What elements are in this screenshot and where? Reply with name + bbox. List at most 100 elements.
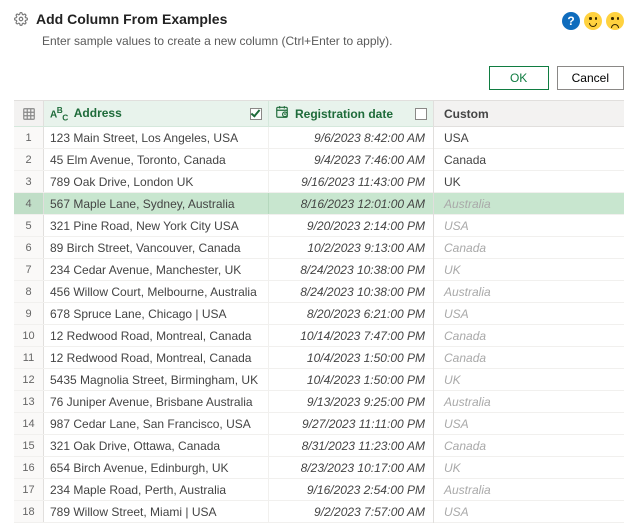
row-number: 14 bbox=[14, 413, 44, 434]
address-cell: 5435 Magnolia Street, Birmingham, UK bbox=[44, 369, 269, 390]
row-number: 6 bbox=[14, 237, 44, 258]
cancel-button[interactable]: Cancel bbox=[557, 66, 624, 90]
custom-example-cell[interactable]: Canada bbox=[434, 435, 624, 457]
address-cell: 45 Elm Avenue, Toronto, Canada bbox=[44, 149, 269, 170]
address-cell: 12 Redwood Road, Montreal, Canada bbox=[44, 347, 269, 368]
custom-example-cell[interactable]: USA bbox=[434, 215, 624, 237]
custom-example-cell[interactable]: Australia bbox=[434, 479, 624, 501]
date-cell: 9/4/2023 7:46:00 AM bbox=[269, 149, 433, 170]
date-cell: 10/4/2023 1:50:00 PM bbox=[269, 347, 433, 368]
row-number: 11 bbox=[14, 347, 44, 368]
custom-example-cell[interactable]: USA bbox=[434, 127, 624, 149]
table-row[interactable]: 1112 Redwood Road, Montreal, Canada10/4/… bbox=[14, 347, 433, 369]
custom-example-cell[interactable]: Canada bbox=[434, 149, 624, 171]
address-cell: 234 Cedar Avenue, Manchester, UK bbox=[44, 259, 269, 280]
custom-example-cell[interactable]: Canada bbox=[434, 325, 624, 347]
row-number: 12 bbox=[14, 369, 44, 390]
date-cell: 8/31/2023 11:23:00 AM bbox=[269, 435, 433, 456]
gear-icon bbox=[14, 12, 28, 29]
address-cell: 234 Maple Road, Perth, Australia bbox=[44, 479, 269, 500]
row-number: 2 bbox=[14, 149, 44, 170]
help-icon[interactable]: ? bbox=[562, 12, 580, 30]
custom-example-cell[interactable]: UK bbox=[434, 457, 624, 479]
custom-example-cell[interactable]: Canada bbox=[434, 347, 624, 369]
date-cell: 8/24/2023 10:38:00 PM bbox=[269, 259, 433, 280]
row-number: 16 bbox=[14, 457, 44, 478]
ok-button[interactable]: OK bbox=[489, 66, 549, 90]
date-cell: 9/6/2023 8:42:00 AM bbox=[269, 127, 433, 148]
custom-example-cell[interactable]: Australia bbox=[434, 391, 624, 413]
row-number: 4 bbox=[14, 193, 44, 214]
address-cell: 678 Spruce Lane, Chicago | USA bbox=[44, 303, 269, 324]
row-number: 18 bbox=[14, 501, 44, 522]
date-cell: 10/2/2023 9:13:00 AM bbox=[269, 237, 433, 258]
date-cell: 9/13/2023 9:25:00 PM bbox=[269, 391, 433, 412]
table-row[interactable]: 17234 Maple Road, Perth, Australia9/16/2… bbox=[14, 479, 433, 501]
feedback-frown-icon[interactable] bbox=[606, 12, 624, 30]
address-cell: 123 Main Street, Los Angeles, USA bbox=[44, 127, 269, 148]
include-address-checkbox[interactable] bbox=[250, 108, 262, 120]
column-header-custom[interactable]: Custom bbox=[434, 101, 624, 127]
address-cell: 12 Redwood Road, Montreal, Canada bbox=[44, 325, 269, 346]
table-row[interactable]: 125435 Magnolia Street, Birmingham, UK10… bbox=[14, 369, 433, 391]
date-cell: 9/20/2023 2:14:00 PM bbox=[269, 215, 433, 236]
table-row[interactable]: 16654 Birch Avenue, Edinburgh, UK8/23/20… bbox=[14, 457, 433, 479]
date-cell: 9/16/2023 2:54:00 PM bbox=[269, 479, 433, 500]
feedback-smile-icon[interactable] bbox=[584, 12, 602, 30]
date-cell: 10/4/2023 1:50:00 PM bbox=[269, 369, 433, 390]
table-row[interactable]: 18789 Willow Street, Miami | USA9/2/2023… bbox=[14, 501, 433, 523]
datetime-type-icon bbox=[275, 105, 289, 122]
text-type-icon: ABC bbox=[50, 105, 68, 122]
date-cell: 9/2/2023 7:57:00 AM bbox=[269, 501, 433, 522]
date-cell: 8/24/2023 10:38:00 PM bbox=[269, 281, 433, 302]
include-date-checkbox[interactable] bbox=[415, 108, 427, 120]
table-row[interactable]: 1376 Juniper Avenue, Brisbane Australia9… bbox=[14, 391, 433, 413]
row-number: 7 bbox=[14, 259, 44, 280]
table-row[interactable]: 689 Birch Street, Vancouver, Canada10/2/… bbox=[14, 237, 433, 259]
column-header-label: Address bbox=[74, 106, 122, 120]
table-row[interactable]: 3789 Oak Drive, London UK9/16/2023 11:43… bbox=[14, 171, 433, 193]
custom-example-cell[interactable]: UK bbox=[434, 369, 624, 391]
column-header-date[interactable]: Registration date bbox=[269, 101, 433, 126]
custom-example-cell[interactable]: USA bbox=[434, 303, 624, 325]
row-number: 13 bbox=[14, 391, 44, 412]
table-row[interactable]: 14987 Cedar Lane, San Francisco, USA9/27… bbox=[14, 413, 433, 435]
column-header-label: Custom bbox=[444, 107, 489, 121]
table-row[interactable]: 15321 Oak Drive, Ottawa, Canada8/31/2023… bbox=[14, 435, 433, 457]
row-number: 15 bbox=[14, 435, 44, 456]
custom-example-cell[interactable]: UK bbox=[434, 259, 624, 281]
column-header-address[interactable]: ABC Address bbox=[44, 101, 269, 126]
address-cell: 76 Juniper Avenue, Brisbane Australia bbox=[44, 391, 269, 412]
date-cell: 10/14/2023 7:47:00 PM bbox=[269, 325, 433, 346]
table-row[interactable]: 8456 Willow Court, Melbourne, Australia8… bbox=[14, 281, 433, 303]
table-row[interactable]: 9678 Spruce Lane, Chicago | USA8/20/2023… bbox=[14, 303, 433, 325]
table-row[interactable]: 1123 Main Street, Los Angeles, USA9/6/20… bbox=[14, 127, 433, 149]
address-cell: 789 Oak Drive, London UK bbox=[44, 171, 269, 192]
address-cell: 321 Oak Drive, Ottawa, Canada bbox=[44, 435, 269, 456]
address-cell: 789 Willow Street, Miami | USA bbox=[44, 501, 269, 522]
table-row[interactable]: 7234 Cedar Avenue, Manchester, UK8/24/20… bbox=[14, 259, 433, 281]
custom-example-cell[interactable]: Australia bbox=[434, 193, 624, 215]
custom-example-cell[interactable]: Canada bbox=[434, 237, 624, 259]
address-cell: 654 Birch Avenue, Edinburgh, UK bbox=[44, 457, 269, 478]
dialog-title: Add Column From Examples bbox=[36, 11, 227, 27]
address-cell: 89 Birch Street, Vancouver, Canada bbox=[44, 237, 269, 258]
address-cell: 567 Maple Lane, Sydney, Australia bbox=[44, 193, 269, 214]
dialog-subtitle: Enter sample values to create a new colu… bbox=[42, 34, 624, 48]
custom-example-cell[interactable]: USA bbox=[434, 501, 624, 523]
add-column-from-examples-dialog: Add Column From Examples ? Enter sample … bbox=[0, 0, 638, 523]
row-number-header[interactable] bbox=[14, 101, 44, 126]
table-row[interactable]: 4567 Maple Lane, Sydney, Australia8/16/2… bbox=[14, 193, 433, 215]
row-number: 1 bbox=[14, 127, 44, 148]
custom-example-cell[interactable]: UK bbox=[434, 171, 624, 193]
table-row[interactable]: 5321 Pine Road, New York City USA9/20/20… bbox=[14, 215, 433, 237]
preview-grid: ABC Address Registration date bbox=[14, 100, 624, 523]
table-row[interactable]: 1012 Redwood Road, Montreal, Canada10/14… bbox=[14, 325, 433, 347]
date-cell: 9/27/2023 11:11:00 PM bbox=[269, 413, 433, 434]
row-number: 10 bbox=[14, 325, 44, 346]
custom-example-cell[interactable]: USA bbox=[434, 413, 624, 435]
custom-example-cell[interactable]: Australia bbox=[434, 281, 624, 303]
row-number: 3 bbox=[14, 171, 44, 192]
address-cell: 321 Pine Road, New York City USA bbox=[44, 215, 269, 236]
table-row[interactable]: 245 Elm Avenue, Toronto, Canada9/4/2023 … bbox=[14, 149, 433, 171]
